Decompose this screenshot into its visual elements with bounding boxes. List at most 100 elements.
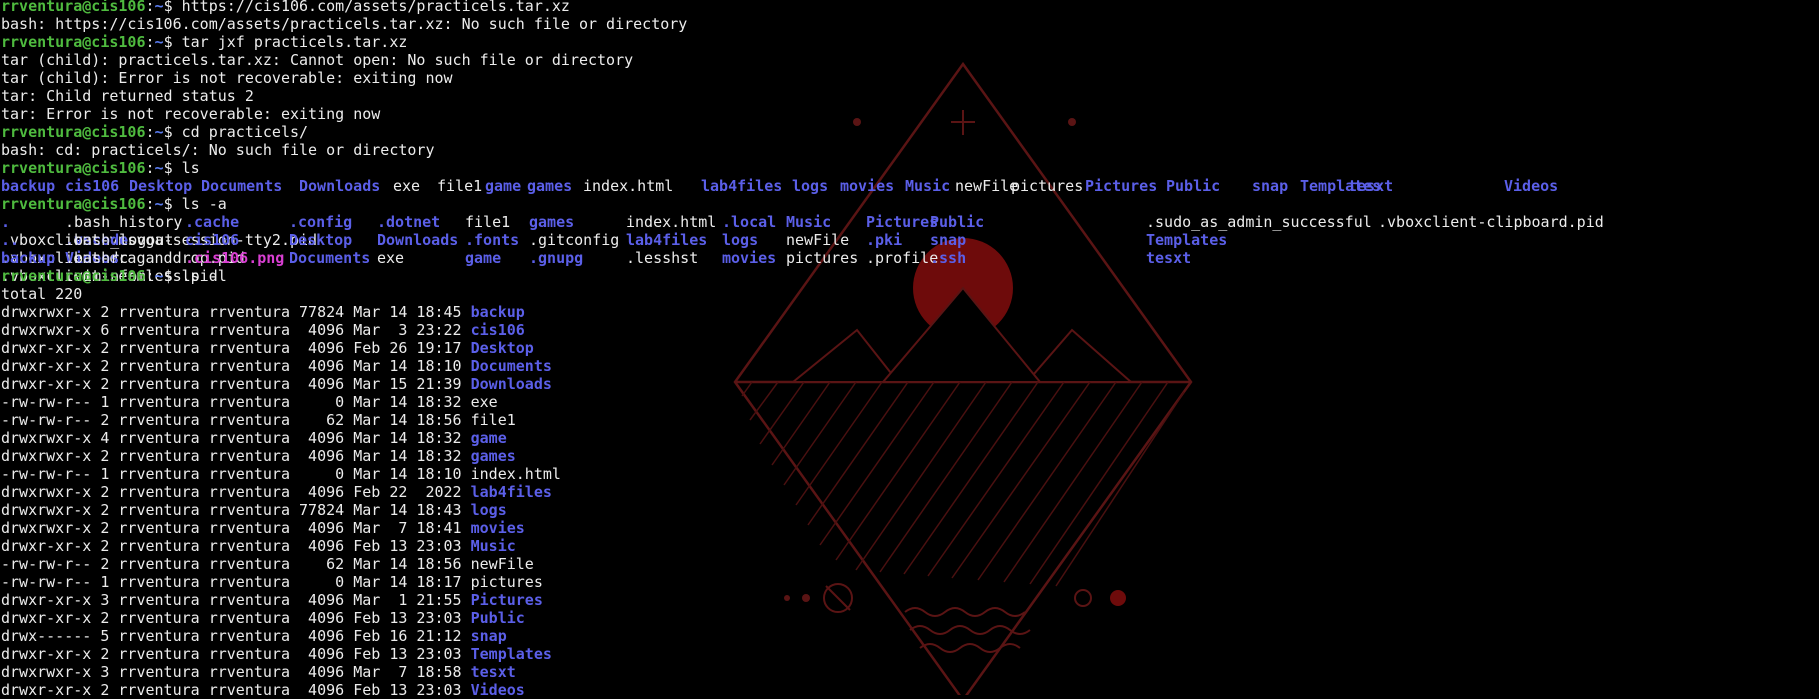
ls-a-entry: .lesshst [626, 249, 699, 267]
ls-entry: tesxt [1348, 177, 1394, 195]
ls-l-metadata: drwxr-xr-x 2 rrventura rrventura 4096 Ma… [1, 375, 471, 393]
ls-l-filename: index.html [470, 465, 561, 483]
prompt-user: rrventura@cis106 [1, 195, 146, 213]
ls-a-entry: .gnupg [529, 249, 584, 267]
ls-l-metadata: drwxrwxr-x 6 rrventura rrventura 4096 Ma… [1, 321, 471, 339]
ls-l-filename: snap [470, 627, 507, 645]
ls-a-entry: .fonts [465, 231, 520, 249]
output-line: total 220 [1, 285, 83, 303]
output-line: bash: https://cis106.com/assets/practice… [1, 15, 688, 33]
ls-entry: logs [792, 177, 829, 195]
ls-a-entry: .gitconfig [529, 231, 620, 249]
ls-entry: index.html [583, 177, 674, 195]
ls-output-row: backup cis106 Desktop Documents Downloads exe… [1, 177, 1618, 195]
ls-entry: lab4files [701, 177, 783, 195]
ls-l-filename: movies [470, 519, 525, 537]
command-text: tar jxf practicels.tar.xz [181, 33, 408, 51]
prompt-path: ~ [154, 159, 164, 177]
ls-a-output-row: backup .bashrc .cis106.png Documents exe game… [1, 249, 1618, 285]
prompt-user: rrventura@cis106 [1, 159, 146, 177]
ls-entry: newFile [955, 177, 1019, 195]
ls-l-filename: Public [470, 609, 525, 627]
ls-entry: Downloads [299, 177, 381, 195]
ls-l-metadata: drwxrwxr-x 2 rrventura rrventura 4096 Ma… [1, 447, 471, 465]
prompt-path: ~ [154, 267, 164, 285]
ls-l-filename: game [470, 429, 507, 447]
ls-a-entry: .bashrc [65, 249, 129, 267]
command-text: ls -l [181, 267, 227, 285]
ls-l-metadata: drwxr-xr-x 2 rrventura rrventura 4096 Ma… [1, 357, 471, 375]
terminal-output[interactable]: rrventura@cis106:~$ https://cis106.com/a… [1, 0, 1618, 699]
ls-l-metadata: drwxrwxr-x 2 rrventura rrventura 77824 M… [1, 303, 471, 321]
ls-a-entry: .ssh [930, 249, 967, 267]
ls-entry: Videos [1504, 177, 1559, 195]
command-text: ls [181, 159, 200, 177]
ls-a-entry: Documents [289, 249, 371, 267]
ls-l-filename: pictures [470, 573, 543, 591]
ls-l-row: -rw-rw-r-- 1 rrventura rrventura 0 Mar 1… [1, 393, 1618, 411]
ls-l-row: drwxr-xr-x 2 rrventura rrventura 4096 Ma… [1, 375, 1618, 393]
ls-l-filename: file1 [470, 411, 516, 429]
ls-a-entry: games [529, 213, 575, 231]
prompt-path: ~ [154, 195, 164, 213]
ls-l-filename: Pictures [470, 591, 543, 609]
ls-l-row: drwxrwxr-x 2 rrventura rrventura 4096 Ma… [1, 519, 1618, 537]
ls-a-entry: tesxt [1146, 249, 1192, 267]
ls-l-metadata: drwxrwxr-x 2 rrventura rrventura 4096 Ma… [1, 519, 471, 537]
prompt-sigil: $ [163, 267, 182, 285]
ls-entry: Documents [201, 177, 283, 195]
ls-l-row: -rw-rw-r-- 1 rrventura rrventura 0 Mar 1… [1, 465, 1618, 483]
ls-entry: cis106 [65, 177, 120, 195]
ls-entry: game [485, 177, 522, 195]
ls-l-row: drwxrwxr-x 2 rrventura rrventura 77824 M… [1, 501, 1618, 519]
ls-a-entry: game [465, 249, 502, 267]
prompt-sigil: $ [163, 0, 182, 15]
ls-a-entry: . [1, 213, 11, 231]
ls-a-entry: exe [377, 249, 405, 267]
ls-entry: Templates [1300, 177, 1382, 195]
ls-a-entry: Music [786, 213, 832, 231]
ls-a-entry: newFile [786, 231, 850, 249]
ls-entry: backup [1, 177, 56, 195]
prompt-user: rrventura@cis106 [1, 123, 146, 141]
prompt-line: rrventura@cis106:~$ https://cis106.com/a… [1, 0, 1618, 15]
prompt-user: rrventura@cis106 [1, 0, 146, 15]
ls-a-entry: .cache [185, 213, 240, 231]
prompt-separator: : [145, 267, 155, 285]
ls-l-metadata: drwxrwxr-x 3 rrventura rrventura 4096 Ma… [1, 663, 471, 681]
prompt-line: rrventura@cis106:~$ ls -a [1, 195, 1618, 213]
ls-l-row: drwxrwxr-x 2 rrventura rrventura 77824 M… [1, 303, 1618, 321]
ls-l-row: drwxr-xr-x 2 rrventura rrventura 4096 Fe… [1, 609, 1618, 627]
ls-l-metadata: drwxr-xr-x 2 rrventura rrventura 4096 Fe… [1, 681, 471, 699]
ls-l-filename: lab4files [470, 483, 552, 501]
ls-entry: Pictures [1085, 177, 1158, 195]
prompt-path: ~ [154, 123, 164, 141]
ls-l-row: drwxr-xr-x 2 rrventura rrventura 4096 Fe… [1, 681, 1618, 699]
prompt-separator: : [145, 123, 155, 141]
ls-l-metadata: -rw-rw-r-- 2 rrventura rrventura 62 Mar … [1, 555, 471, 573]
prompt-user: rrventura@cis106 [1, 33, 146, 51]
ls-l-row: -rw-rw-r-- 2 rrventura rrventura 62 Mar … [1, 411, 1618, 429]
ls-a-entry: .local [722, 213, 777, 231]
ls-l-row: drwxr-xr-x 3 rrventura rrventura 4096 Ma… [1, 591, 1618, 609]
ls-l-filename: games [470, 447, 516, 465]
ls-entry: snap [1252, 177, 1289, 195]
ls-a-entry: Pictures [866, 213, 939, 231]
prompt-separator: : [145, 33, 155, 51]
ls-l-metadata: drwxr-xr-x 2 rrventura rrventura 4096 Fe… [1, 339, 471, 357]
command-text: cd practicels/ [181, 123, 309, 141]
ls-l-row: drwx------ 5 rrventura rrventura 4096 Fe… [1, 627, 1618, 645]
ls-a-entry: Desktop [289, 231, 353, 249]
ls-entry: movies [840, 177, 895, 195]
ls-a-entry: cis106 [185, 231, 240, 249]
ls-l-metadata: -rw-rw-r-- 2 rrventura rrventura 62 Mar … [1, 411, 471, 429]
ls-l-row: drwxrwxr-x 2 rrventura rrventura 4096 Ma… [1, 447, 1618, 465]
prompt-line: rrventura@cis106:~$ cd practicels/ [1, 123, 1618, 141]
ls-a-column-gap [1378, 249, 1442, 267]
ls-a-entry: .profile [866, 249, 939, 267]
ls-l-row: drwxr-xr-x 2 rrventura rrventura 4096 Fe… [1, 537, 1618, 555]
ls-l-metadata: drwxr-xr-x 2 rrventura rrventura 4096 Fe… [1, 537, 471, 555]
ls-l-filename: exe [470, 393, 498, 411]
prompt-sigil: $ [163, 123, 182, 141]
ls-l-filename: Videos [470, 681, 525, 699]
